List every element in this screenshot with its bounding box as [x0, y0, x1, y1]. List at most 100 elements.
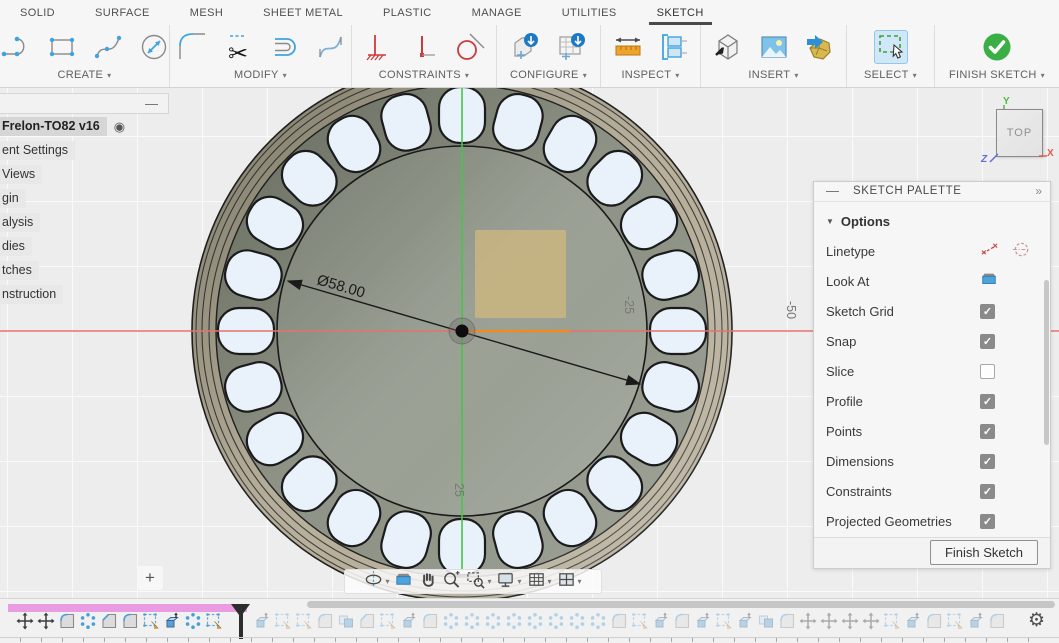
palette-scrollbar[interactable]	[1044, 280, 1049, 445]
look-at-icon[interactable]	[980, 270, 998, 293]
toolbar-group-label-inspect[interactable]: INSPECT▾	[621, 69, 679, 81]
vertical-constraint-icon[interactable]	[407, 30, 441, 64]
offset-icon[interactable]	[267, 30, 301, 64]
timeline-suppressed-feature-circular-pattern-icon[interactable]	[463, 612, 481, 630]
chevron-down-icon[interactable]: ▾	[385, 577, 389, 586]
timeline-feature-move-icon[interactable]	[37, 612, 55, 630]
timeline-feature-chamfer-icon[interactable]	[100, 612, 118, 630]
fix-constraint-icon[interactable]	[361, 30, 395, 64]
tangent-constraint-icon[interactable]	[453, 30, 487, 64]
profile-checkbox[interactable]: ✓	[980, 394, 995, 409]
timeline-suppressed-feature-circular-pattern-icon[interactable]	[505, 612, 523, 630]
chevron-down-icon[interactable]: ▾	[578, 577, 582, 586]
timeline-suppressed-feature-extrude-icon[interactable]	[400, 612, 418, 630]
zoom-icon[interactable]	[442, 570, 461, 594]
timeline-suppressed-feature-extrude-icon[interactable]	[652, 612, 670, 630]
browser-item-tches[interactable]: tches	[0, 258, 169, 282]
insert-mesh-icon[interactable]	[803, 30, 837, 64]
toolbar-group-label-select[interactable]: SELECT▾	[864, 69, 917, 81]
tab-mesh[interactable]: MESH	[170, 0, 243, 25]
timeline-suppressed-feature-move-icon[interactable]	[862, 612, 880, 630]
tab-sheet-metal[interactable]: SHEET METAL	[243, 0, 363, 25]
origin-point[interactable]	[449, 318, 475, 344]
toolbar-group-label-modify[interactable]: MODIFY▾	[234, 69, 287, 81]
palette-minimize-icon[interactable]: —	[826, 186, 839, 196]
toolbar-group-label-finish-sketch[interactable]: FINISH SKETCH▾	[949, 69, 1045, 81]
section-analysis-icon[interactable]	[657, 30, 691, 64]
browser-item-alysis[interactable]: alysis	[0, 210, 169, 234]
browser-root-item[interactable]: Frelon-TO82 v16◉	[0, 114, 169, 138]
timeline-suppressed-feature-fillet-icon[interactable]	[925, 612, 943, 630]
toolbar-group-label-insert[interactable]: INSERT▾	[748, 69, 798, 81]
sketch-grid-checkbox[interactable]: ✓	[980, 304, 995, 319]
browser-item-nstruction[interactable]: nstruction	[0, 282, 169, 306]
timeline-suppressed-feature-fillet-icon[interactable]	[610, 612, 628, 630]
timeline-feature-circular-pattern-icon[interactable]	[79, 612, 97, 630]
timeline-suppressed-feature-sketch-icon[interactable]	[715, 612, 733, 630]
timeline-suppressed-feature-sketch-icon[interactable]	[631, 612, 649, 630]
finish-sketch-button[interactable]: Finish Sketch	[930, 540, 1038, 565]
timeline-suppressed-feature-sketch-icon[interactable]	[379, 612, 397, 630]
insert-derive-icon[interactable]	[711, 30, 745, 64]
tab-manage[interactable]: MANAGE	[452, 0, 542, 25]
timeline-suppressed-feature-sketch-icon[interactable]	[274, 612, 292, 630]
fillet-icon[interactable]	[175, 30, 209, 64]
timeline-suppressed-feature-sketch-icon[interactable]	[883, 612, 901, 630]
spline-icon[interactable]	[91, 30, 125, 64]
timeline-suppressed-feature-move-icon[interactable]	[799, 612, 817, 630]
timeline-suppressed-feature-combine-icon[interactable]	[757, 612, 775, 630]
timeline-suppressed-feature-sketch-icon[interactable]	[946, 612, 964, 630]
timeline-feature-move-icon[interactable]	[16, 612, 34, 630]
timeline-suppressed-feature-circular-pattern-icon[interactable]	[442, 612, 460, 630]
timeline-feature-sketch-icon[interactable]	[205, 612, 223, 630]
tab-surface[interactable]: SURFACE	[75, 0, 170, 25]
design-canvas[interactable]: Ø58.00 -25-5025 — Frelon-TO82 v16◉ent Se…	[0, 88, 1059, 598]
tab-sketch[interactable]: SKETCH	[637, 0, 724, 25]
timeline-suppressed-feature-fillet-icon[interactable]	[316, 612, 334, 630]
timeline-feature-fillet-icon[interactable]	[121, 612, 139, 630]
timeline-suppressed-feature-fillet-icon[interactable]	[778, 612, 796, 630]
timeline-suppressed-feature-extrude-icon[interactable]	[694, 612, 712, 630]
tab-plastic[interactable]: PLASTIC	[363, 0, 452, 25]
slice-checkbox[interactable]	[980, 364, 995, 379]
palette-popout-icon[interactable]: »	[1035, 184, 1042, 198]
timeline-suppressed-feature-extrude-icon[interactable]	[967, 612, 985, 630]
timeline-scrollbar[interactable]	[307, 601, 1055, 608]
chevron-down-icon[interactable]: ▾	[548, 577, 552, 586]
timeline-suppressed-feature-combine-icon[interactable]	[337, 612, 355, 630]
select-window-icon[interactable]	[874, 30, 908, 64]
toolbar-group-label-constraints[interactable]: CONSTRAINTS▾	[379, 69, 469, 81]
timeline-suppressed-feature-move-icon[interactable]	[820, 612, 838, 630]
grid-display-icon[interactable]	[527, 570, 546, 594]
canvas-image-icon[interactable]	[757, 30, 791, 64]
finish-sketch-icon[interactable]	[980, 30, 1014, 64]
timeline-suppressed-feature-move-icon[interactable]	[841, 612, 859, 630]
activate-component-radio-icon[interactable]: ◉	[114, 120, 125, 133]
browser-item-views[interactable]: Views	[0, 162, 169, 186]
zoom-window-icon[interactable]	[466, 570, 485, 594]
centerline-linetype-icon[interactable]	[1012, 240, 1031, 264]
timeline-feature-circular-pattern-icon[interactable]	[184, 612, 202, 630]
trim-icon[interactable]: ✂	[221, 30, 255, 64]
browser-item-gin[interactable]: gin	[0, 186, 169, 210]
timeline-suppressed-feature-circular-pattern-icon[interactable]	[547, 612, 565, 630]
points-checkbox[interactable]: ✓	[980, 424, 995, 439]
timeline-suppressed-feature-fillet-icon[interactable]	[673, 612, 691, 630]
timeline-suppressed-feature-sketch-icon[interactable]	[295, 612, 313, 630]
rectangle-icon[interactable]	[45, 30, 79, 64]
palette-options-section[interactable]: ▼ Options	[814, 206, 1050, 237]
timeline-feature-extrude-icon[interactable]	[163, 612, 181, 630]
configuration-table-icon[interactable]	[555, 30, 589, 64]
timeline-feature-fillet-icon[interactable]	[58, 612, 76, 630]
viewports-icon[interactable]	[557, 570, 576, 594]
viewcube-top-face[interactable]: TOP	[996, 109, 1043, 157]
timeline-suppressed-feature-chamfer-icon[interactable]	[358, 612, 376, 630]
orbit-icon[interactable]	[364, 570, 383, 594]
browser-item-dies[interactable]: dies	[0, 234, 169, 258]
timeline-suppressed-feature-extrude-icon[interactable]	[736, 612, 754, 630]
chevron-down-icon[interactable]: ▾	[487, 577, 491, 586]
tab-utilities[interactable]: UTILITIES	[542, 0, 637, 25]
projected-geometries-checkbox[interactable]: ✓	[980, 514, 995, 529]
timeline-suppressed-feature-circular-pattern-icon[interactable]	[589, 612, 607, 630]
timeline-suppressed-feature-extrude-icon[interactable]	[904, 612, 922, 630]
